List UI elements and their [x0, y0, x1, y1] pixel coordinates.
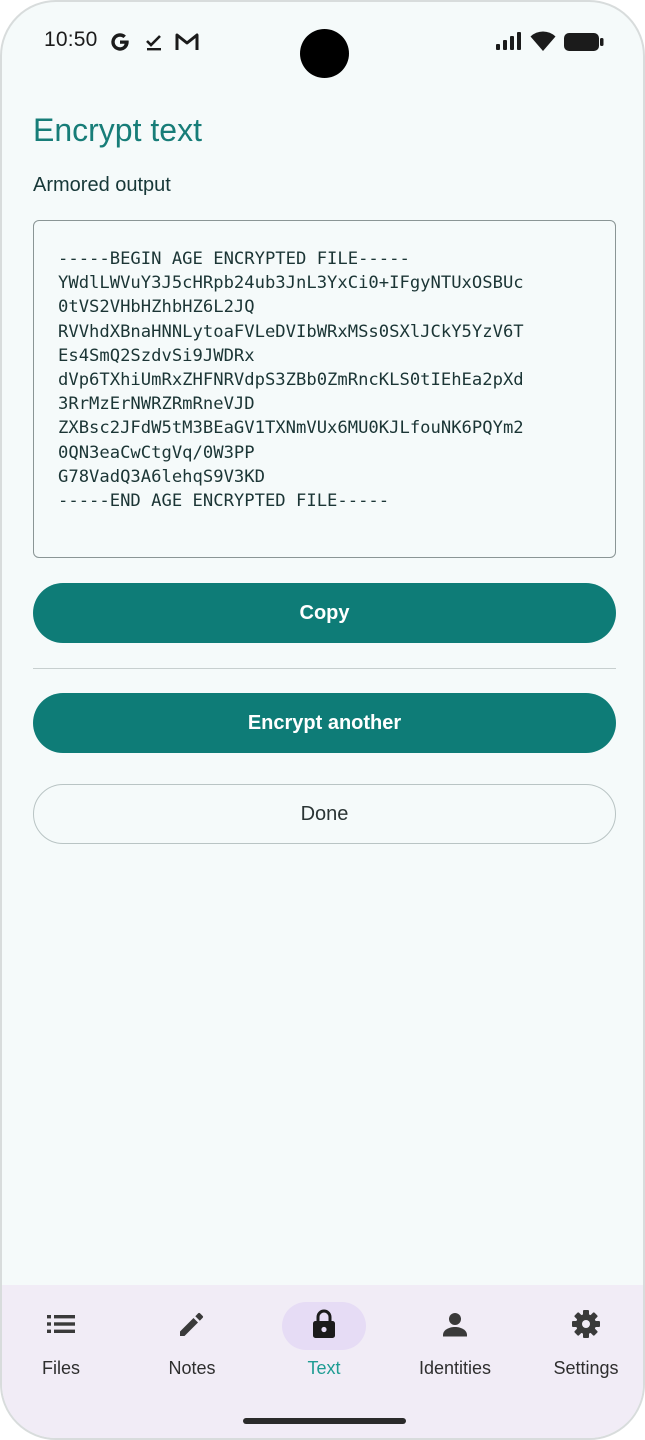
nav-label-identities: Identities	[418, 1358, 492, 1378]
checkmark-icon	[145, 33, 163, 56]
nav-label-files: Files	[41, 1358, 80, 1378]
done-button[interactable]: Done	[33, 784, 616, 844]
gear-icon	[570, 1308, 602, 1345]
nav-item-files[interactable]: Files	[2, 1285, 121, 1395]
status-time: 10:50	[44, 28, 98, 51]
google-g-icon	[109, 31, 131, 58]
bottom-navigation: Files Notes Text Identities Settings	[2, 1285, 643, 1438]
page-title: Encrypt text	[33, 112, 202, 148]
encrypt-another-button[interactable]: Encrypt another	[33, 693, 616, 753]
nav-label-notes: Notes	[168, 1358, 216, 1378]
front-camera	[300, 29, 349, 78]
nav-label-text: Text	[307, 1358, 341, 1378]
nav-icon-container	[544, 1302, 628, 1350]
nav-item-text[interactable]: Text	[264, 1285, 384, 1395]
gmail-icon	[175, 32, 199, 57]
armored-output-label: Armored output	[33, 174, 171, 196]
copy-button[interactable]: Copy	[33, 583, 616, 643]
armored-output-field[interactable]: -----BEGIN AGE ENCRYPTED FILE----- YWdlL…	[33, 220, 616, 558]
list-icon	[45, 1312, 77, 1341]
nav-item-identities[interactable]: Identities	[395, 1285, 515, 1395]
signal-icon	[495, 31, 523, 56]
wifi-icon	[530, 30, 556, 57]
nav-icon-container-active	[282, 1302, 366, 1350]
phone-screen: 10:50 Encrypt text Armored output -----B…	[0, 0, 645, 1440]
divider	[33, 668, 616, 669]
person-icon	[440, 1309, 470, 1344]
nav-icon-container	[150, 1302, 234, 1350]
home-indicator[interactable]	[243, 1418, 406, 1424]
nav-item-settings[interactable]: Settings	[526, 1285, 643, 1395]
status-bar: 10:50	[2, 2, 643, 82]
armored-output-text[interactable]: -----BEGIN AGE ENCRYPTED FILE----- YWdlL…	[58, 247, 524, 513]
nav-item-notes[interactable]: Notes	[132, 1285, 252, 1395]
pencil-icon	[177, 1309, 207, 1344]
nav-label-settings: Settings	[553, 1358, 619, 1378]
nav-icon-container	[413, 1302, 497, 1350]
lock-icon	[310, 1308, 338, 1345]
nav-icon-container	[19, 1302, 103, 1350]
battery-icon	[563, 32, 605, 57]
